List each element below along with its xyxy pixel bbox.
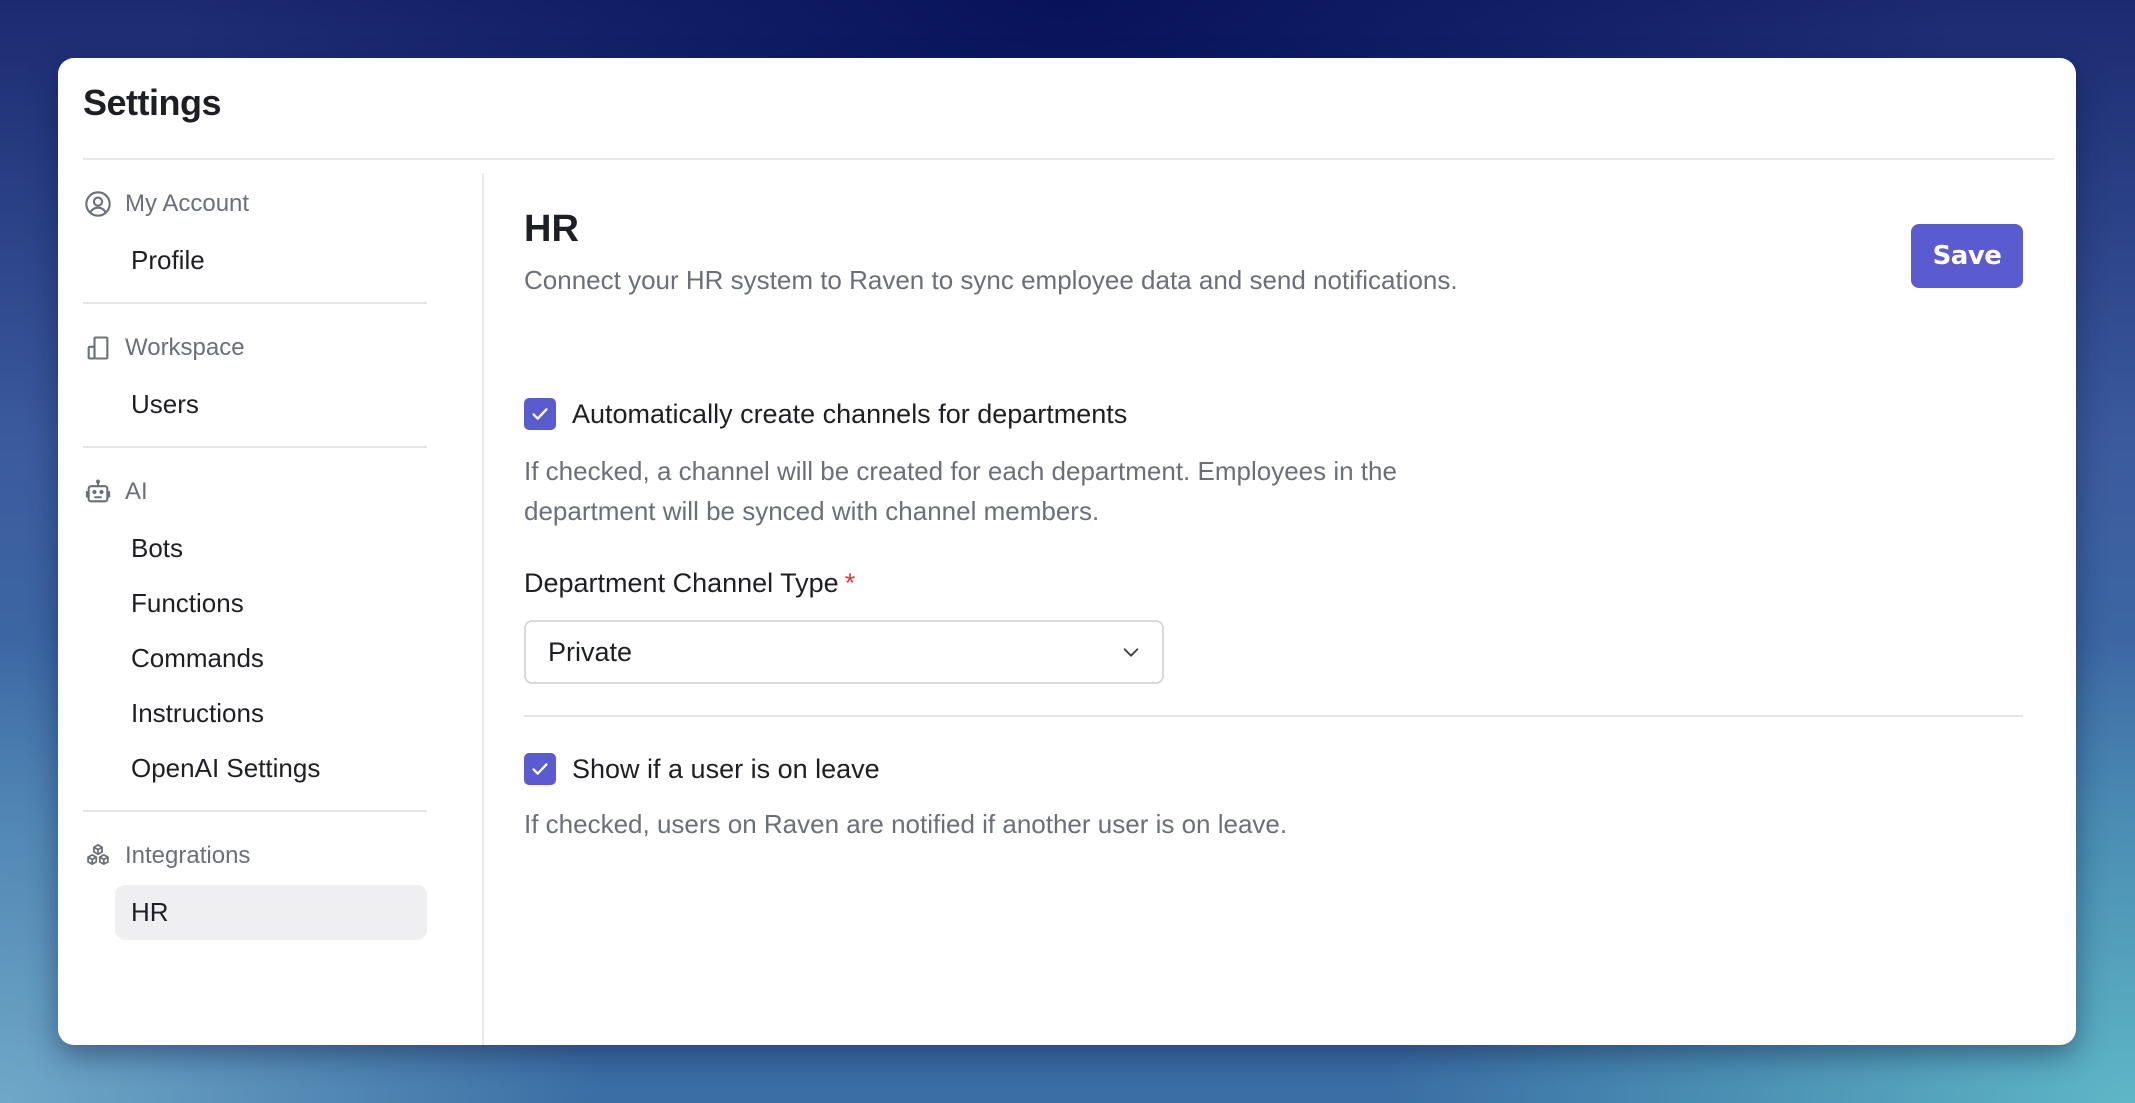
show-leave-checkbox[interactable] xyxy=(524,753,556,785)
sidebar-divider xyxy=(83,302,427,304)
sidebar-divider xyxy=(83,446,427,448)
save-button[interactable]: Save xyxy=(1911,224,2023,288)
sidebar-group-workspace: Workspace Users xyxy=(83,317,427,432)
user-circle-icon xyxy=(83,189,113,219)
show-leave-label: Show if a user is on leave xyxy=(572,753,880,784)
sidebar-group-header: My Account xyxy=(83,175,427,233)
check-icon xyxy=(532,763,548,775)
sidebar-group-label: Integrations xyxy=(125,842,251,869)
show-leave-help: If checked, users on Raven are notified … xyxy=(524,809,1288,839)
sidebar-group-label: AI xyxy=(125,478,148,505)
channel-type-select[interactable]: Private xyxy=(524,620,1164,684)
sidebar-group-header: Workspace xyxy=(83,319,427,377)
sidebar-item-functions[interactable]: Functions xyxy=(115,576,427,631)
auto-create-channels-option[interactable]: Automatically create channels for depart… xyxy=(524,398,1127,430)
header-divider xyxy=(83,158,2054,160)
sidebar: My Account Profile Workspace Users AI Bo… xyxy=(83,173,484,1045)
sidebar-group-header: AI xyxy=(83,463,427,521)
sidebar-divider xyxy=(83,810,427,812)
chevron-down-icon xyxy=(1123,648,1139,657)
show-leave-option[interactable]: Show if a user is on leave xyxy=(524,753,880,785)
channel-type-label-text: Department Channel Type xyxy=(524,568,839,598)
sidebar-item-openai-settings[interactable]: OpenAI Settings xyxy=(115,741,427,796)
sidebar-item-bots[interactable]: Bots xyxy=(115,521,427,576)
cubes-icon xyxy=(83,841,113,871)
auto-create-channels-label: Automatically create channels for depart… xyxy=(572,398,1128,429)
robot-icon xyxy=(83,477,113,507)
sidebar-item-commands[interactable]: Commands xyxy=(115,631,427,686)
sidebar-group-my-account: My Account Profile xyxy=(83,173,427,288)
window-title: Settings xyxy=(83,82,222,123)
sidebar-item-users[interactable]: Users xyxy=(115,377,427,432)
channel-type-label: Department Channel Type * xyxy=(524,568,855,599)
sidebar-group-ai: AI Bots Functions Commands Instructions … xyxy=(83,461,427,796)
hr-settings-panel: HR Connect your HR system to Raven to sy… xyxy=(524,173,2023,1045)
building-icon xyxy=(83,333,113,363)
sidebar-group-header: Integrations xyxy=(83,827,427,885)
channel-type-value: Private xyxy=(548,636,633,667)
check-icon xyxy=(532,408,548,420)
section-divider xyxy=(524,715,2023,717)
sidebar-item-instructions[interactable]: Instructions xyxy=(115,686,427,741)
auto-create-channels-checkbox[interactable] xyxy=(524,398,556,430)
page-description: Connect your HR system to Raven to sync … xyxy=(524,265,1458,295)
settings-window: Settings My Account Profile Workspace Us… xyxy=(58,58,2076,1045)
required-asterisk: * xyxy=(844,568,856,598)
auto-create-channels-help: If checked, a channel will be created fo… xyxy=(524,456,1397,526)
sidebar-item-profile[interactable]: Profile xyxy=(115,233,427,288)
sidebar-group-label: My Account xyxy=(125,190,250,217)
sidebar-item-hr[interactable]: HR xyxy=(115,885,427,940)
sidebar-group-integrations: Integrations HR xyxy=(83,825,427,940)
page-title: HR xyxy=(524,208,579,250)
sidebar-group-label: Workspace xyxy=(125,334,245,361)
